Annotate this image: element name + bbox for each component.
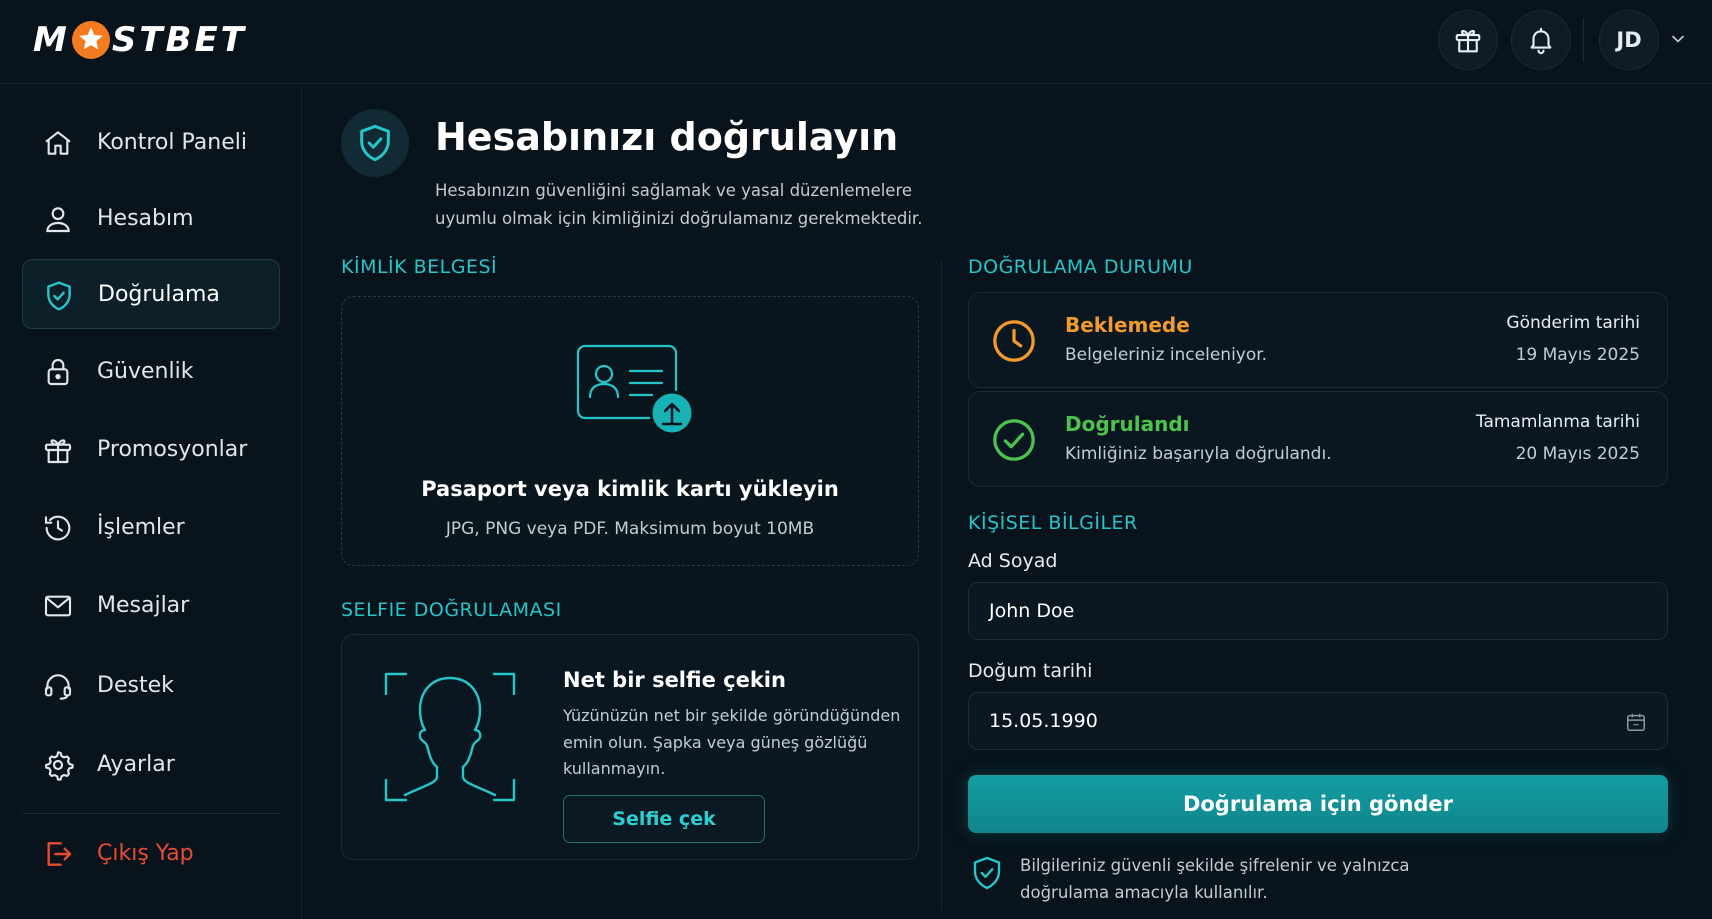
sidebar-item-settings[interactable]: Ayarlar [22,729,280,799]
upload-title: Pasaport veya kimlik kartı yükleyin [421,477,839,501]
sidebar-item-transactions[interactable]: İşlemler [22,492,280,562]
logout-label: Çıkış Yap [97,840,194,866]
sidebar-item-label: Hesabım [97,205,194,231]
sidebar: Kontrol Paneli Hesabım Doğrulama Güvenli… [0,85,302,919]
personal-info-section-title: KİŞİSEL BİLGİLER [968,512,1138,534]
main-content: Hesabınızı doğrulayın Hesabınızın güvenl… [303,85,1712,919]
sidebar-item-label: Doğrulama [98,281,220,307]
sidebar-item-verification[interactable]: Doğrulama [22,259,280,329]
sidebar-item-label: Güvenlik [97,358,194,384]
sidebar-item-account[interactable]: Hesabım [22,183,280,253]
sidebar-item-dashboard[interactable]: Kontrol Paneli [22,107,280,177]
upload-hint: JPG, PNG veya PDF. Maksimum boyut 10MB [445,519,815,539]
clock-icon [993,320,1035,362]
id-upload-dropzone[interactable]: Pasaport veya kimlik kartı yükleyin JPG,… [341,296,919,566]
sidebar-item-label: Promosyonlar [97,436,248,462]
shield-check-icon [973,856,1001,890]
gear-icon [45,751,74,781]
avatar-initials: JD [1616,28,1642,52]
status-title: Doğrulandı [1065,412,1190,436]
shield-check-icon [47,281,71,311]
birth-date-value: 15.05.1990 [989,710,1098,732]
home-icon [45,131,71,155]
top-bar: M STBET JD [0,0,1712,84]
sidebar-divider [22,813,280,814]
notifications-button[interactable] [1511,10,1571,70]
status-date-value: 20 Mayıs 2025 [1515,444,1640,464]
headset-icon [44,674,72,700]
selfie-section-title: SELFIE DOĞRULAMASI [341,599,562,621]
header-divider [1583,18,1584,62]
sidebar-item-label: İşlemler [97,514,185,540]
full-name-value: John Doe [989,600,1075,622]
brand-name-right: STBET [111,20,247,60]
status-date-label: Tamamlanma tarihi [1475,412,1640,432]
selfie-title: Net bir selfie çekin [563,668,786,692]
birth-date-label: Doğum tarihi [968,660,1093,682]
sidebar-item-security[interactable]: Güvenlik [22,336,280,406]
sidebar-item-label: Destek [97,672,174,698]
calendar-icon[interactable] [1625,711,1647,733]
selfie-description: Yüzünüzün net bir şekilde göründüğünden … [563,706,901,778]
shield-check-icon [360,124,390,162]
full-name-label: Ad Soyad [968,550,1058,572]
check-circle-icon [993,419,1035,461]
sidebar-item-messages[interactable]: Mesajlar [22,570,280,640]
page-header-icon [341,109,409,177]
status-verified-card: Doğrulandı Kimliğiniz başarıyla doğrulan… [968,391,1668,487]
page-description: Hesabınızın güvenliğini sağlamak ve yasa… [435,181,923,228]
status-date-label: Gönderim tarihi [1506,313,1640,333]
avatar[interactable]: JD [1599,10,1659,70]
brand-name-left: M [33,20,70,60]
page-title: Hesabınızı doğrulayın [435,115,899,159]
logout-button[interactable]: Çıkış Yap [22,818,280,888]
id-card-upload-icon [576,344,695,436]
history-icon [44,515,71,541]
status-subtitle: Kimliğiniz başarıyla doğrulandı. [1065,444,1332,464]
chevron-down-icon[interactable] [1668,29,1688,49]
gift-icon [1455,29,1481,53]
status-subtitle: Belgeleriniz inceleniyor. [1065,345,1268,365]
sidebar-item-label: Mesajlar [97,592,190,618]
sidebar-item-label: Ayarlar [97,751,175,777]
status-pending-card: Beklemede Belgeleriniz inceleniyor. Gönd… [968,292,1668,388]
status-date-value: 19 Mayıs 2025 [1515,345,1640,365]
take-selfie-button[interactable]: Selfie çek [563,795,765,843]
gift-icon [44,439,72,464]
selfie-card: Net bir selfie çekin Yüzünüzün net bir ş… [341,634,919,860]
column-divider [941,261,942,911]
bell-icon [1530,27,1552,55]
logout-icon [47,842,72,866]
sidebar-item-label: Kontrol Paneli [97,129,247,155]
security-note: Bilgileriniz güvenli şekilde şifrelenir … [1020,856,1410,902]
id-document-section-title: KİMLİK BELGESİ [341,256,498,278]
full-name-field[interactable]: John Doe [968,582,1668,640]
lock-icon [47,359,69,386]
submit-verification-button[interactable]: Doğrulama için gönder [968,775,1668,833]
birth-date-field[interactable]: 15.05.1990 [968,692,1668,750]
gift-button[interactable] [1438,10,1498,70]
star-icon [71,21,110,59]
verification-status-section-title: DOĞRULAMA DURUMU [968,256,1193,278]
mail-icon [44,595,72,617]
sidebar-item-promotions[interactable]: Promosyonlar [22,414,280,484]
user-icon [46,207,70,233]
status-title: Beklemede [1065,313,1190,337]
brand-logo[interactable]: M STBET [33,18,247,62]
face-scan-icon [384,672,516,802]
sidebar-item-support[interactable]: Destek [22,650,280,720]
